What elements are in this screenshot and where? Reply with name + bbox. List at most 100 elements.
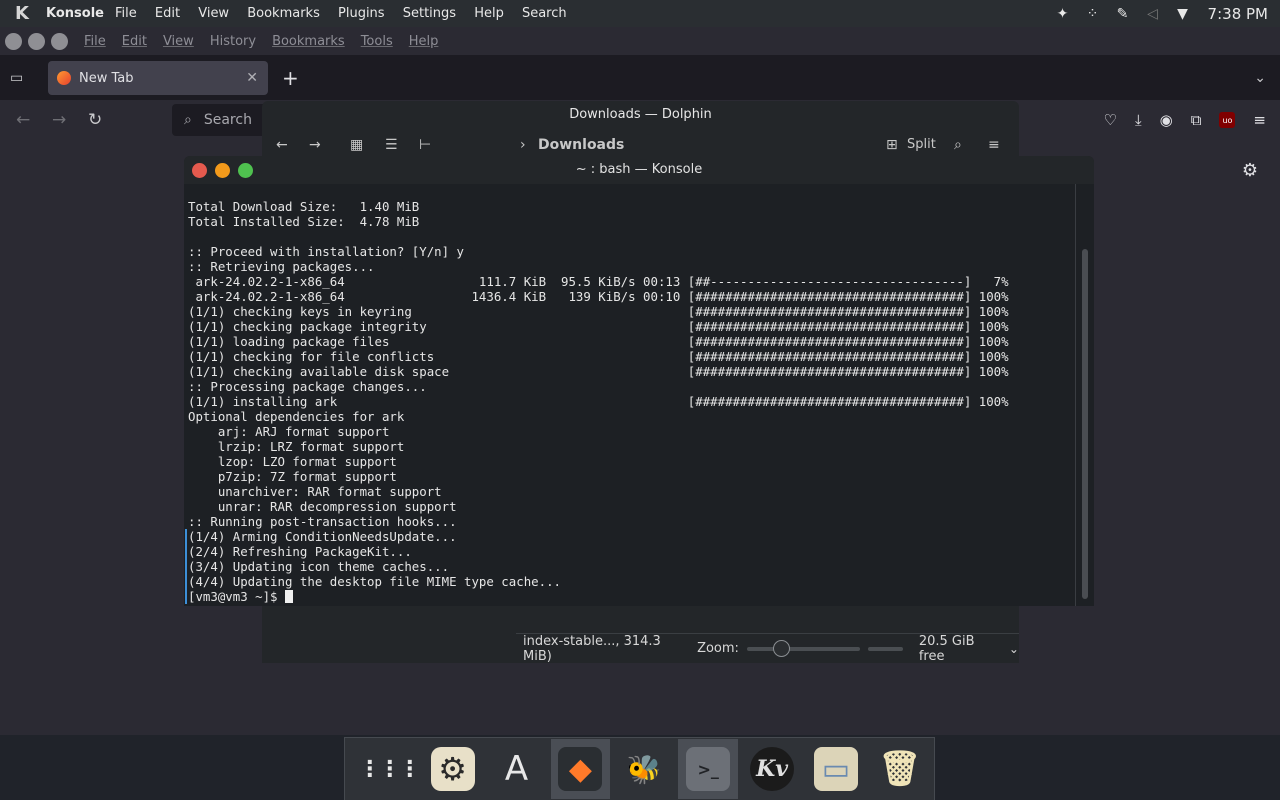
dock-item-system-settings[interactable]: ⚙ [423, 739, 482, 799]
browser-menu-edit[interactable]: Edit [122, 34, 147, 49]
dock-item-kvantum[interactable]: Kv [742, 739, 801, 799]
tab-new-tab[interactable]: New Tab ✕ [48, 61, 268, 95]
terminal-line: lrzip: LRZ format support [188, 439, 405, 454]
dolphin-forward-icon[interactable]: → [309, 137, 321, 153]
new-tab-button[interactable]: + [282, 66, 299, 90]
volume-icon[interactable]: ◁ [1144, 5, 1162, 23]
menu-view[interactable]: View [198, 6, 229, 21]
tree-view-icon[interactable]: ⊢ [419, 137, 431, 153]
kv-icon: Kv [750, 747, 795, 791]
terminal-line: (1/4) Arming ConditionNeedsUpdate... [185, 529, 1068, 544]
browser-menu-file[interactable]: File [84, 34, 106, 49]
downloads-icon[interactable]: ⤓ [1135, 111, 1142, 129]
window-minimize-button[interactable] [28, 32, 45, 50]
menu-plugins[interactable]: Plugins [338, 6, 385, 21]
trash-icon: 🗑 [878, 749, 922, 789]
global-menu: File Edit View Bookmarks Plugins Setting… [115, 6, 581, 21]
terminal-icon: >_ [686, 747, 731, 791]
terminal-line: (1/1) checking available disk space [###… [188, 364, 1009, 379]
firefox-icon [57, 71, 71, 85]
terminal-prompt-line[interactable]: [vm3@vm3 ~]$ [185, 589, 1068, 604]
browser-menu-tools[interactable]: Tools [361, 34, 393, 49]
close-button[interactable] [192, 163, 207, 178]
back-icon[interactable]: ← [16, 110, 30, 130]
minimize-button[interactable] [215, 163, 230, 178]
browser-menu-help[interactable]: Help [409, 34, 439, 49]
dock-item-font-viewer[interactable]: A [487, 739, 546, 799]
bee-icon: 🐝 [626, 752, 662, 786]
font-a-icon: A [504, 749, 529, 789]
terminal-line: ark-24.02.2-1-x86_64 1436.4 KiB 139 KiB/… [188, 289, 1009, 304]
settings-gear-icon[interactable]: ⚙ [1242, 160, 1258, 181]
pen-icon[interactable]: ✎ [1114, 5, 1132, 23]
split-button[interactable]: Split [907, 137, 936, 152]
terminal-line: arj: ARJ format support [188, 424, 390, 439]
dolphin-statusbar: index-stable..., 314.3 MiB) Zoom: 20.5 G… [516, 633, 1019, 664]
account-icon[interactable]: ◉ [1160, 111, 1173, 129]
kde-logo-icon[interactable]: K [11, 3, 33, 25]
breadcrumb-downloads[interactable]: Downloads [538, 137, 624, 153]
terminal-line: Optional dependencies for ark [188, 409, 405, 424]
split-icon[interactable]: ⊞ [886, 137, 898, 153]
window-close-button[interactable] [5, 32, 22, 50]
menu-help[interactable]: Help [474, 6, 504, 21]
tab-close-icon[interactable]: ✕ [246, 70, 258, 86]
terminal-line: (1/1) installing ark [##################… [188, 394, 1009, 409]
bee-icon[interactable]: ✦ [1054, 5, 1072, 23]
dock-item-app-grid[interactable]: ⋮⋮⋮ [358, 739, 421, 799]
ublock-icon[interactable]: uo [1219, 112, 1236, 128]
terminal-cursor [284, 590, 293, 603]
list-tabs-chevron-icon[interactable]: ⌄ [1254, 70, 1266, 86]
window-maximize-button[interactable] [51, 32, 68, 50]
menu-bookmarks[interactable]: Bookmarks [247, 6, 320, 21]
menu-settings[interactable]: Settings [403, 6, 456, 21]
tab-list-icon[interactable]: ▭ [10, 70, 30, 86]
dock-item-trash[interactable]: 🗑 [870, 739, 929, 799]
maximize-button[interactable] [238, 163, 253, 178]
browser-menu-view[interactable]: View [163, 34, 194, 49]
dolphin-menu-icon[interactable]: ≡ [988, 137, 1000, 153]
clock[interactable]: 7:38 PM [1208, 5, 1268, 23]
scrollbar-track [1075, 184, 1076, 606]
reload-icon[interactable]: ↻ [88, 110, 102, 130]
menu-edit[interactable]: Edit [155, 6, 180, 21]
dock-item-konsole[interactable]: >_ [678, 739, 738, 799]
app-grid-icon: ⋮⋮⋮ [358, 756, 421, 782]
dock: ⋮⋮⋮ ⚙ A ◆ 🐝 >_ Kv ▭ 🗑 [344, 737, 935, 800]
terminal-line: :: Running post-transaction hooks... [188, 514, 457, 529]
terminal-line: :: Processing package changes... [188, 379, 427, 394]
terminal-output[interactable]: Total Download Size: 1.40 MiB Total Insta… [185, 199, 1068, 604]
status-file-info: index-stable..., 314.3 MiB) [523, 633, 661, 664]
browser-menu-bookmarks[interactable]: Bookmarks [272, 34, 345, 49]
zoom-slider[interactable] [746, 639, 861, 657]
browser-menubar: File Edit View History Bookmarks Tools H… [0, 27, 1280, 55]
menu-search[interactable]: Search [522, 6, 567, 21]
konsole-titlebar: ~ : bash — Konsole [184, 156, 1094, 184]
details-view-icon[interactable]: ☰ [385, 137, 398, 153]
dock-item-firefox[interactable]: ◆ [550, 739, 611, 799]
dolphin-search-icon[interactable]: ⌕ [954, 137, 962, 153]
dock-item-files[interactable]: ▭ [806, 739, 865, 799]
terminal-line: (2/4) Refreshing PackageKit... [185, 544, 1068, 559]
network-icon[interactable]: ⁘ [1084, 5, 1102, 23]
menu-file[interactable]: File [115, 6, 137, 21]
hamburger-menu-icon[interactable]: ≡ [1253, 111, 1266, 129]
extensions-icon[interactable]: ⧉ [1191, 111, 1202, 129]
chevron-down-icon[interactable]: ▼ [1174, 5, 1192, 23]
top-panel: K Konsole File Edit View Bookmarks Plugi… [0, 0, 1280, 27]
zoom-label: Zoom: [697, 641, 739, 656]
scrollbar-handle[interactable] [1082, 249, 1088, 599]
free-space-label[interactable]: 20.5 GiB free [919, 634, 1001, 664]
forward-icon[interactable]: → [52, 110, 66, 130]
dolphin-back-icon[interactable]: ← [276, 137, 288, 153]
free-space-bar [868, 646, 903, 651]
firefox-fox-icon: ◆ [558, 747, 603, 791]
dock-item-bee-app[interactable]: 🐝 [615, 739, 674, 799]
browser-menu-history[interactable]: History [210, 34, 256, 49]
free-space-chevron-icon[interactable]: ⌄ [1009, 642, 1019, 656]
zoom-slider-handle[interactable] [772, 639, 790, 657]
url-bar[interactable]: ⌕ Search [172, 104, 272, 136]
pocket-icon[interactable]: ♡ [1104, 111, 1117, 129]
icons-view-icon[interactable]: ▦ [350, 137, 363, 153]
terminal-line: (1/1) checking for file conflicts [#####… [188, 349, 1009, 364]
